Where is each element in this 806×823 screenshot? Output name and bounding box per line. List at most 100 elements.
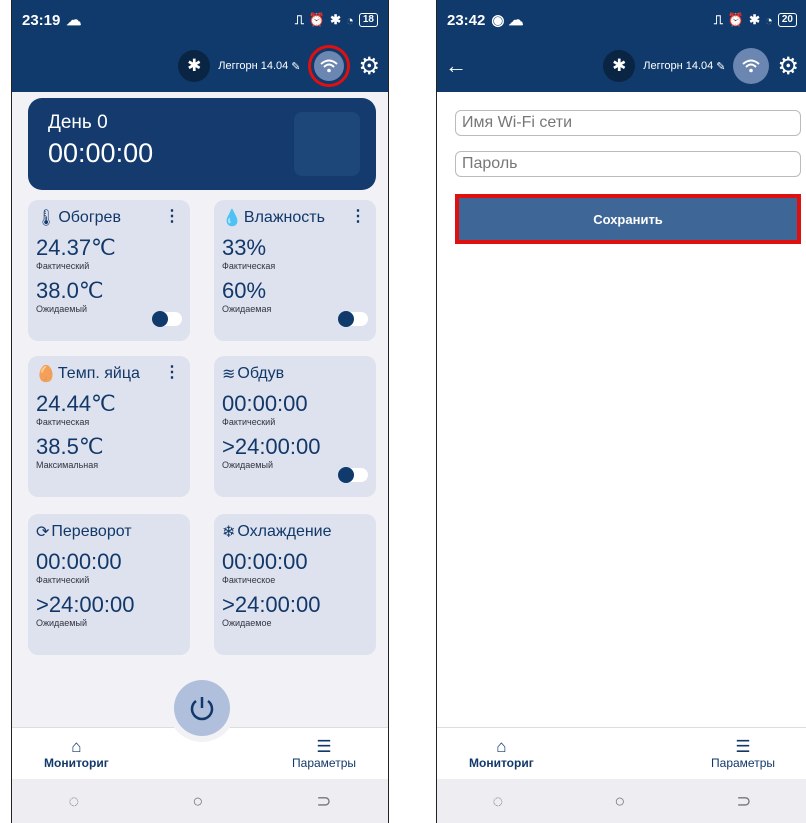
airflow-toggle[interactable] (338, 467, 368, 483)
save-button[interactable]: Сохранить (455, 194, 801, 244)
wind-icon: ≋ (222, 366, 236, 383)
gear-icon[interactable]: ⚙ (358, 52, 380, 81)
app-bar: ✱ Леггорн 14.04 ✎ ⚙ (12, 40, 388, 92)
app-notification-icon: ◉ (491, 12, 505, 29)
wifi-settings-screen: 23:42 ◉ ☁ ⎍ ⏰ ✱ ◔ 20 ← ✱ Леггорн 14.04 ✎… (436, 0, 806, 823)
nav-parameters-label: Параметры (292, 755, 356, 770)
list-icon: ☰ (735, 736, 751, 756)
card-title: Влажность (243, 209, 325, 226)
wifi-highlight (308, 45, 351, 87)
actual-label: Фактический (36, 261, 90, 271)
device-name[interactable]: Леггорн 14.04 ✎ (218, 60, 300, 73)
cooling-card[interactable]: ❄ Охлаждение 00:00:00 Фактическое >24:00:… (214, 514, 376, 655)
humidity-toggle[interactable] (338, 311, 368, 327)
alarm-icon: ⏰ (727, 12, 745, 27)
recents-icon[interactable]: ◌ (69, 791, 80, 812)
wifi-glyph (320, 59, 339, 73)
ssid-placeholder: Имя Wi-Fi сети (462, 114, 572, 131)
more-icon[interactable]: ⋮ (350, 206, 366, 226)
airflow-title: ≋ Обдув (222, 364, 368, 384)
nav-monitoring-label: Мониториг (469, 755, 534, 770)
airflow-card[interactable]: ≋ Обдув 00:00:00 Фактический >24:00:00 Ож… (214, 356, 376, 497)
cooling-title: ❄ Охлаждение (222, 522, 368, 542)
card-title: Охлаждение (237, 523, 332, 540)
edit-icon[interactable]: ✎ (716, 60, 725, 73)
device-name-label: Леггорн 14.04 (643, 60, 714, 72)
nav-parameters[interactable]: ☰ Параметры (292, 736, 356, 770)
edit-icon[interactable]: ✎ (291, 60, 300, 73)
cloud-icon: ☁ (508, 12, 524, 29)
home-icon: ⌂ (71, 736, 82, 756)
actual-value: 24.37℃ (36, 235, 116, 260)
wifi-icon[interactable] (314, 51, 345, 81)
cloud-icon: ☁ (66, 12, 82, 29)
nav-monitoring-label: Мониториг (44, 755, 109, 770)
card-title: Обогрев (58, 209, 121, 226)
home-icon: ⌂ (496, 736, 507, 756)
actual-label: Фактическая (222, 261, 276, 271)
status-time: 23:42 (447, 11, 486, 29)
vibrate-icon: ⎍ (713, 12, 723, 27)
battery-indicator: 18 (358, 13, 378, 27)
vibrate-icon: ⎍ (294, 12, 304, 27)
expected-value: >24:00:00 (36, 592, 135, 617)
actual-value: 24.44℃ (36, 391, 116, 416)
more-icon[interactable]: ⋮ (164, 362, 180, 382)
actual-value: 00:00:00 (222, 391, 308, 416)
egg-icon: 🥚 (36, 366, 56, 383)
actual-label: Фактическая (36, 417, 90, 427)
wifi-status-icon: ◔ (346, 12, 354, 28)
bluetooth-status-icon: ✱ (749, 12, 761, 27)
back-arrow-icon[interactable]: ← (445, 53, 467, 79)
bluetooth-icon[interactable]: ✱ (178, 50, 211, 82)
card-title: Переворот (51, 523, 132, 540)
egg-temp-title: 🥚 Темп. яйца (36, 364, 182, 384)
more-icon[interactable]: ⋮ (164, 206, 180, 226)
expected-value: >24:00:00 (222, 592, 321, 617)
ssid-field[interactable]: Имя Wi-Fi сети (455, 110, 801, 136)
device-name-label: Леггорн 14.04 (218, 60, 289, 72)
nav-monitoring[interactable]: ⌂ Мониториг (44, 736, 109, 770)
nav-parameters[interactable]: ☰ Параметры (711, 736, 775, 770)
battery-indicator: 20 (777, 13, 797, 27)
system-nav: ◌ ○ ⊃ (12, 779, 388, 823)
nav-monitoring[interactable]: ⌂ Мониториг (469, 736, 534, 770)
status-bar: 23:42 ◉ ☁ ⎍ ⏰ ✱ ◔ 20 (437, 0, 806, 40)
wifi-icon[interactable] (733, 48, 770, 84)
app-bar: ← ✱ Леггорн 14.04 ✎ ⚙ (437, 40, 806, 92)
heating-title: 🌡 Обогрев (36, 208, 182, 228)
power-button[interactable] (174, 680, 230, 736)
rotation-card[interactable]: ⟳ Переворот 00:00:00 Фактический >24:00:0… (28, 514, 190, 655)
thermometer-icon: 🌡 (36, 210, 57, 227)
heating-card[interactable]: 🌡 Обогрев ⋮ 24.37℃ Фактический 38.0℃ Ожид… (28, 200, 190, 341)
back-nav-icon[interactable]: ⊃ (736, 791, 751, 812)
back-nav-icon[interactable]: ⊃ (316, 791, 331, 812)
actual-label: Фактический (36, 575, 90, 585)
actual-value: 00:00:00 (36, 549, 122, 574)
drop-icon: 💧 (222, 210, 242, 227)
expected-label: Ожидаемый (36, 618, 87, 628)
system-nav: ◌ ○ ⊃ (437, 779, 806, 823)
bluetooth-icon[interactable]: ✱ (603, 50, 636, 82)
card-title: Темп. яйца (57, 365, 140, 382)
max-label: Максимальная (36, 460, 99, 470)
device-name[interactable]: Леггорн 14.04 ✎ (643, 60, 725, 73)
home-circle-icon[interactable]: ○ (192, 791, 203, 812)
expected-value: >24:00:00 (222, 434, 321, 459)
recents-icon[interactable]: ◌ (493, 791, 504, 812)
max-value: 38.5℃ (36, 434, 104, 459)
nav-parameters-label: Параметры (711, 755, 775, 770)
humidity-card[interactable]: 💧 Влажность ⋮ 33% Фактическая 60% Ожидаем… (214, 200, 376, 341)
actual-label: Фактический (222, 417, 276, 427)
gear-icon[interactable]: ⚙ (777, 52, 799, 81)
password-field[interactable]: Пароль (455, 151, 801, 177)
status-bar: 23:19 ☁ ⎍ ⏰ ✱ ◔ 18 (12, 0, 388, 40)
list-icon: ☰ (316, 736, 332, 756)
egg-temp-card[interactable]: 🥚 Темп. яйца ⋮ 24.44℃ Фактическая 38.5℃ М… (28, 356, 190, 497)
heating-toggle[interactable] (152, 311, 182, 327)
snowflake-icon: ❄ (222, 524, 236, 541)
status-time: 23:19 (22, 11, 61, 29)
humidity-title: 💧 Влажность (222, 208, 368, 228)
home-circle-icon[interactable]: ○ (614, 791, 625, 812)
actual-value: 00:00:00 (222, 549, 308, 574)
